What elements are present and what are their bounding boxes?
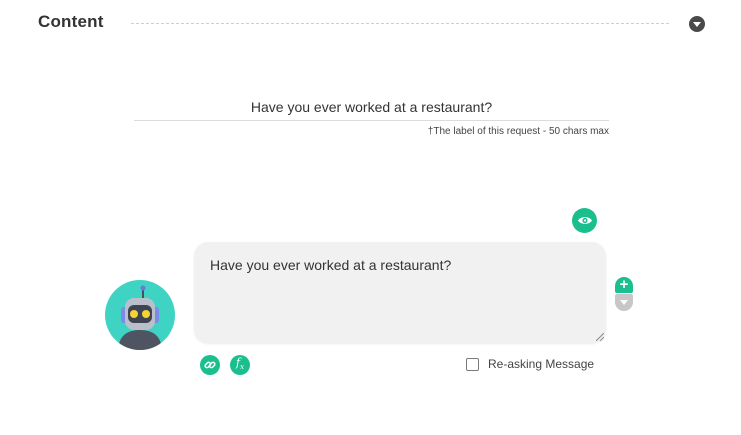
- section-title: Content: [38, 12, 104, 31]
- reasking-message-checkbox[interactable]: [466, 357, 479, 371]
- eye-icon: [577, 217, 592, 224]
- request-label-hint: †The label of this request - 50 chars ma…: [427, 126, 609, 137]
- add-message-button[interactable]: +: [615, 277, 633, 293]
- robot-icon: [118, 285, 162, 350]
- resize-grip-icon[interactable]: [596, 333, 604, 341]
- message-text[interactable]: Have you ever worked at a restaurant?: [210, 256, 590, 274]
- insert-function-button[interactable]: fx: [230, 355, 250, 375]
- header-divider: [131, 23, 669, 24]
- caret-down-icon: [693, 22, 701, 27]
- caret-down-icon: [620, 300, 628, 305]
- reasking-message-option[interactable]: Re-asking Message: [466, 357, 594, 371]
- link-icon: [204, 361, 216, 369]
- plus-icon: +: [619, 276, 629, 293]
- insert-link-button[interactable]: [200, 355, 220, 375]
- move-down-button[interactable]: [615, 294, 633, 311]
- collapse-toggle-button[interactable]: [689, 16, 705, 32]
- content-section-header: Content: [38, 12, 708, 34]
- request-label-field[interactable]: Have you ever worked at a restaurant?: [134, 96, 609, 121]
- request-label-value[interactable]: Have you ever worked at a restaurant?: [134, 96, 609, 118]
- message-textarea[interactable]: Have you ever worked at a restaurant?: [194, 242, 606, 343]
- reasking-message-label[interactable]: Re-asking Message: [488, 357, 594, 371]
- bot-avatar: [105, 280, 175, 350]
- fx-icon: fx: [235, 355, 245, 372]
- preview-button[interactable]: [572, 208, 597, 233]
